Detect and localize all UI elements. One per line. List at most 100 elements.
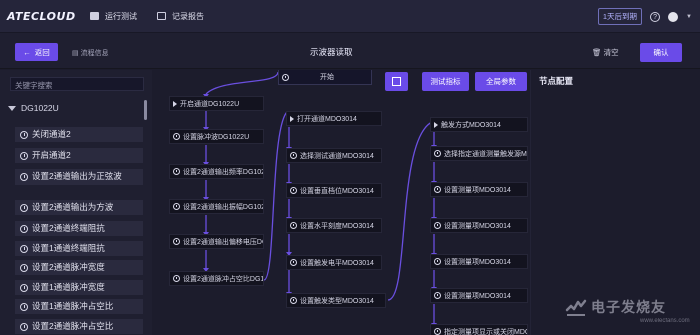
play-icon bbox=[173, 100, 177, 107]
clock-icon bbox=[290, 222, 297, 229]
monitor-icon bbox=[90, 12, 99, 20]
clear-button-label: 清空 bbox=[603, 48, 619, 57]
trash-icon: 🗑 bbox=[592, 48, 602, 57]
sidebar-item[interactable]: 设置2通道输出为正弦波 bbox=[15, 169, 143, 185]
document-icon: ▤ bbox=[72, 50, 79, 57]
clock-icon bbox=[434, 258, 441, 265]
flow-node-label: 选择测试通道MDO3014 bbox=[300, 152, 374, 160]
sidebar-item[interactable]: 设置1通道脉冲宽度 bbox=[15, 280, 143, 295]
sidebar-item-label: 设置2通道输出为正弦波 bbox=[32, 171, 122, 181]
fullscreen-button[interactable] bbox=[385, 72, 408, 91]
flow-node[interactable]: 设置2通道输出频率DG1022U bbox=[169, 164, 264, 179]
clear-button[interactable]: 🗑 清空 bbox=[592, 47, 619, 58]
test-metrics-button[interactable]: 测试指标 bbox=[422, 72, 469, 91]
flow-node-label: 设置触发电平MDO3014 bbox=[300, 259, 374, 267]
flow-node[interactable]: 打开通道MDO3014 bbox=[286, 111, 382, 126]
sidebar-item[interactable]: 开启通道2 bbox=[15, 148, 143, 163]
flow-node[interactable]: 设置水平刻度MDO3014 bbox=[286, 218, 382, 233]
sidebar-item-label: 设置1通道脉冲宽度 bbox=[32, 282, 105, 292]
flow-node[interactable]: 设置测量项MDO3014 bbox=[430, 254, 528, 269]
clock-icon bbox=[20, 284, 28, 292]
back-button[interactable]: ← 返回 bbox=[15, 43, 58, 61]
sidebar-item-label: 设置2通道脉冲占空比 bbox=[32, 321, 114, 331]
clock-icon bbox=[173, 203, 180, 210]
flow-node-label: 设置测量项MDO3014 bbox=[444, 258, 511, 266]
flow-node-label: 设置触发类型MDO3014 bbox=[300, 297, 374, 305]
flow-node-label: 设置测量项MDO3014 bbox=[444, 186, 511, 194]
sidebar-item[interactable]: 设置2通道脉冲占空比 bbox=[15, 319, 143, 334]
sidebar-item-label: 设置2通道输出为方波 bbox=[32, 202, 114, 212]
clock-icon bbox=[20, 303, 28, 311]
report-icon bbox=[157, 12, 166, 20]
confirm-button[interactable]: 确认 bbox=[640, 43, 682, 62]
clock-icon bbox=[20, 323, 28, 331]
sidebar-group-dg1022u[interactable]: DG1022U bbox=[8, 103, 59, 113]
clock-icon bbox=[20, 152, 28, 160]
flow-info-label: 流程信息 bbox=[80, 50, 109, 57]
flow-node[interactable]: 设置2通道输出振幅DG1022U bbox=[169, 199, 264, 214]
flow-node[interactable]: 设置触发类型MDO3014 bbox=[286, 293, 386, 308]
top-bar: ATECLOUD 运行测试 记录报告 1天后到期 ? ▼ bbox=[0, 0, 700, 33]
fullscreen-icon bbox=[392, 77, 401, 86]
flow-node[interactable]: 设置测量项MDO3014 bbox=[430, 218, 528, 233]
flow-node[interactable]: 设置触发电平MDO3014 bbox=[286, 255, 382, 270]
clock-icon bbox=[290, 259, 297, 266]
tab-record-report[interactable]: 记录报告 bbox=[147, 0, 214, 33]
flow-node[interactable]: 开启通道DG1022U bbox=[169, 96, 264, 111]
sidebar-item-label: 设置2通道脉冲宽度 bbox=[32, 262, 105, 272]
sidebar-item-label: 开启通道2 bbox=[32, 150, 71, 160]
watermark-url: www.elecfans.com bbox=[640, 318, 690, 324]
flow-node-label: 选择指定通道测量触发源MDO3014 bbox=[444, 150, 527, 158]
expire-badge[interactable]: 1天后到期 bbox=[597, 8, 643, 25]
watermark-logo-icon bbox=[565, 299, 587, 316]
tab-run-test[interactable]: 运行测试 bbox=[80, 0, 147, 33]
sidebar-item-label: 设置1通道终端阻抗 bbox=[32, 243, 105, 253]
flow-node-label: 触发方式MDO3014 bbox=[441, 121, 501, 129]
flow-node-label: 设置2通道脉冲占空比DG1022U bbox=[183, 275, 264, 283]
watermark-text: 电子发烧友 bbox=[591, 299, 666, 315]
clock-icon bbox=[434, 328, 441, 335]
search-input[interactable]: 关键字搜索 bbox=[10, 77, 144, 91]
clock-icon bbox=[20, 173, 28, 181]
flow-node-label: 设置2通道输出频率DG1022U bbox=[183, 168, 263, 176]
arrow-left-icon: ← bbox=[23, 47, 31, 57]
flow-node[interactable]: 选择测试通道MDO3014 bbox=[286, 148, 382, 163]
flow-node-label: 设置垂直档位MDO3014 bbox=[300, 187, 374, 195]
sidebar-item[interactable]: 关闭通道2 bbox=[15, 127, 143, 142]
flow-node[interactable]: 设置垂直档位MDO3014 bbox=[286, 183, 382, 198]
flow-info-link[interactable]: ▤ 流程信息 bbox=[72, 48, 109, 58]
page-title: 示波器读取 bbox=[310, 47, 353, 57]
flow-node[interactable]: 设置测量项MDO3014 bbox=[430, 288, 528, 303]
flow-node[interactable]: 设置2通道脉冲占空比DG1022U bbox=[169, 271, 264, 286]
flow-node[interactable]: 选择指定通道测量触发源MDO3014 bbox=[430, 146, 528, 161]
sidebar-item[interactable]: 设置2通道终端阻抗 bbox=[15, 221, 143, 236]
flow-node-label: 打开通道MDO3014 bbox=[297, 115, 357, 123]
flow-node[interactable]: 设置2通道输出偏移电压DG1022U bbox=[169, 234, 264, 249]
flow-node[interactable]: 设置脉冲波DG1022U bbox=[169, 129, 264, 144]
sidebar-item[interactable]: 设置1通道脉冲占空比 bbox=[15, 299, 143, 314]
sidebar: 关键字搜索 DG1022U 关闭通道2 开启通道2 设置2通道输出为正弦波 设置… bbox=[0, 70, 152, 335]
flow-node[interactable]: 设置测量项MDO3014 bbox=[430, 182, 528, 197]
sidebar-item[interactable]: 设置1通道终端阻抗 bbox=[15, 241, 143, 256]
flow-toolbar: ← 返回 ▤ 流程信息 示波器读取 🗑 清空 确认 bbox=[0, 33, 700, 69]
help-icon[interactable]: ? bbox=[650, 11, 661, 22]
global-params-button[interactable]: 全局参数 bbox=[475, 72, 527, 91]
chevron-down-icon[interactable]: ▼ bbox=[686, 14, 692, 20]
play-icon bbox=[434, 121, 438, 128]
sidebar-scrollbar[interactable] bbox=[144, 100, 147, 120]
flow-node[interactable]: 触发方式MDO3014 bbox=[430, 117, 528, 132]
sidebar-item[interactable]: 设置2通道脉冲宽度 bbox=[15, 260, 143, 275]
tab-run-test-label: 运行测试 bbox=[105, 11, 137, 21]
avatar[interactable] bbox=[668, 11, 679, 22]
flow-node[interactable]: 指定测量项显示或关闭MDO3014 bbox=[430, 324, 528, 335]
flow-node-start[interactable]: 开始 bbox=[278, 70, 372, 85]
clock-icon bbox=[20, 131, 28, 139]
clock-icon bbox=[290, 152, 297, 159]
sidebar-item[interactable]: 设置2通道输出为方波 bbox=[15, 200, 143, 215]
flow-node-label: 开启通道DG1022U bbox=[180, 100, 240, 108]
sidebar-item-label: 设置2通道终端阻抗 bbox=[32, 223, 105, 233]
flow-canvas[interactable]: 开始 测试指标 全局参数 开启通道DG1022U 设置脉冲波DG1022U 设置… bbox=[152, 70, 530, 335]
clock-icon bbox=[282, 73, 289, 81]
flow-node-label: 设置2通道输出振幅DG1022U bbox=[183, 203, 263, 211]
clock-icon bbox=[173, 275, 180, 282]
